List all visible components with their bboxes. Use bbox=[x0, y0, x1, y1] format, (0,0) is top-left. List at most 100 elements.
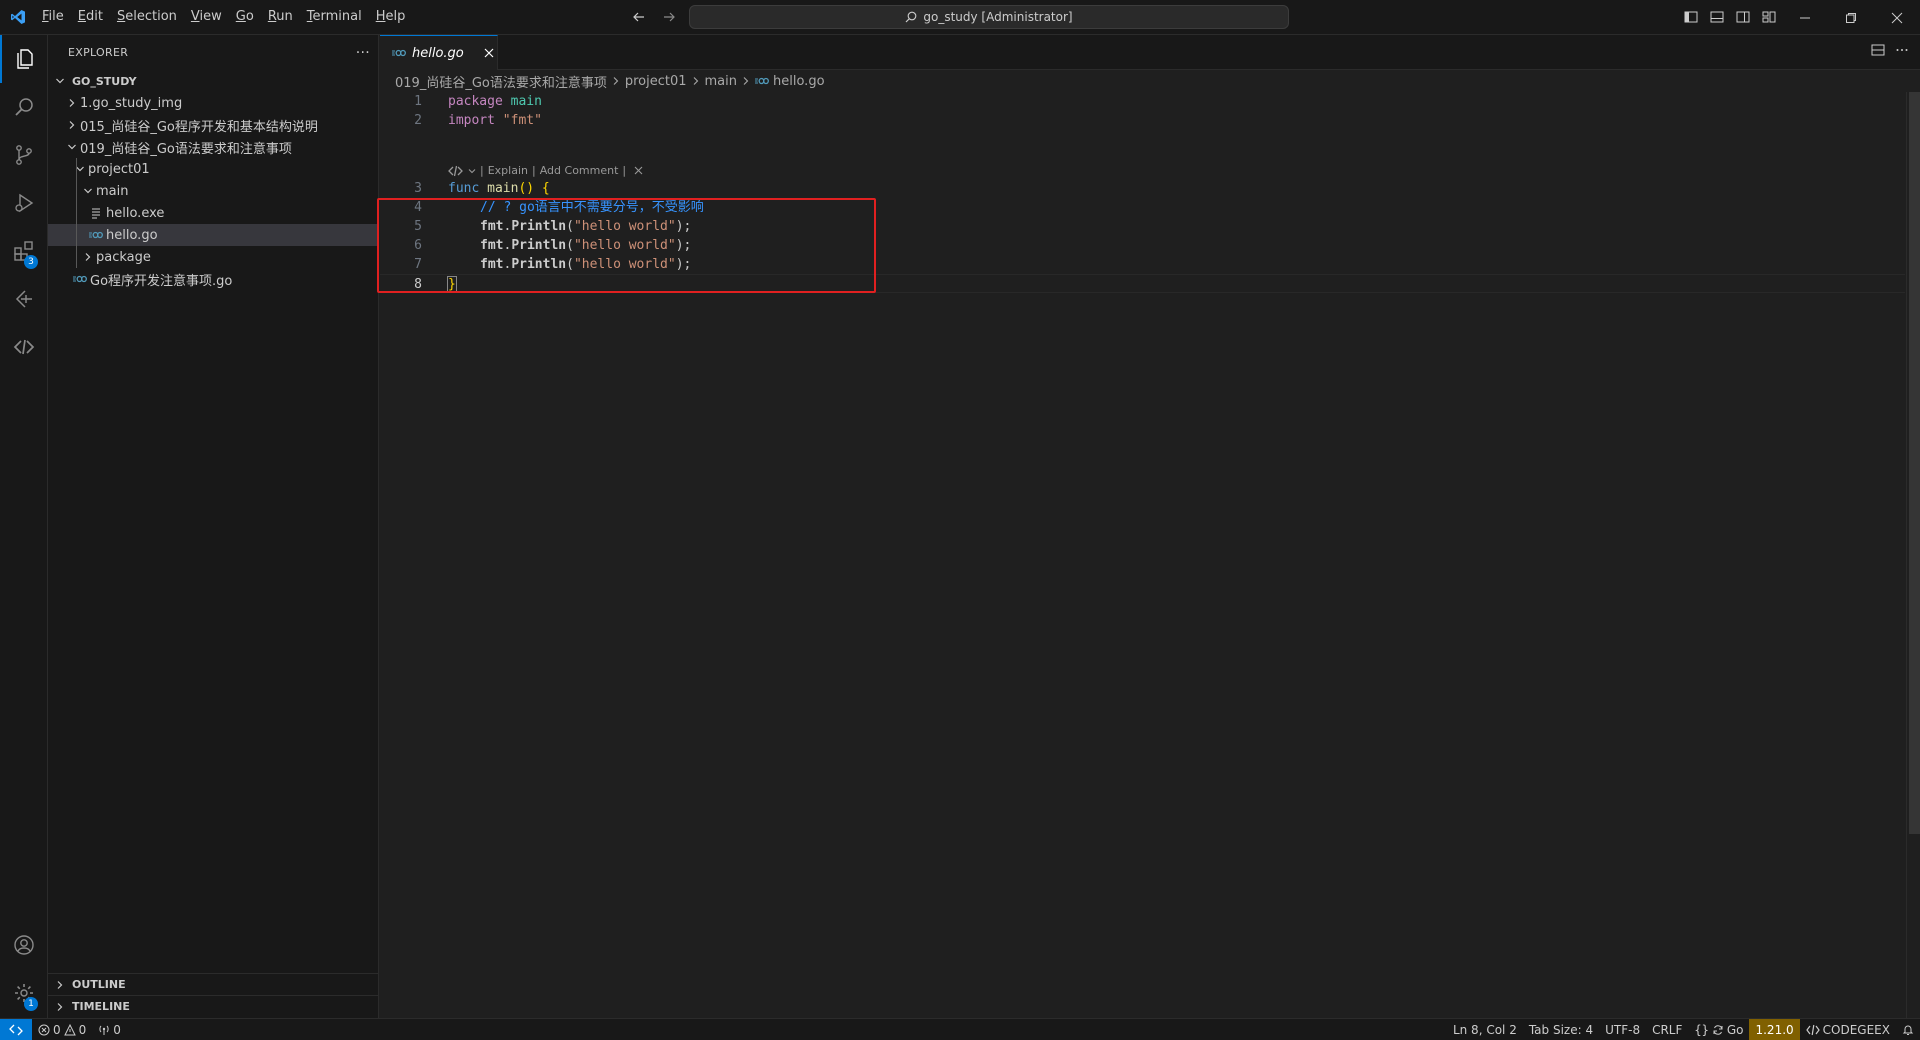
tree-item-main[interactable]: main bbox=[48, 180, 378, 202]
menu-terminal[interactable]: Terminal bbox=[300, 5, 369, 29]
tab-bar: hello.go bbox=[380, 35, 1920, 70]
split-editor-icon[interactable] bbox=[1870, 42, 1886, 58]
tree-item-label: main bbox=[96, 183, 129, 199]
source-control-icon[interactable] bbox=[0, 131, 48, 179]
chevron-down-icon bbox=[72, 161, 88, 177]
close-codelens-icon[interactable] bbox=[634, 166, 643, 175]
customize-layout-icon[interactable] bbox=[1758, 6, 1780, 28]
explorer-sidebar: EXPLORER ··· GO_STUDY 1.go_study_img 015… bbox=[48, 35, 379, 1018]
explorer-icon[interactable] bbox=[0, 35, 48, 83]
code-line: 1 package main bbox=[380, 92, 1905, 111]
more-actions-icon[interactable] bbox=[1894, 42, 1910, 58]
close-window-icon[interactable] bbox=[1874, 0, 1920, 35]
command-center[interactable]: go_study [Administrator] bbox=[689, 5, 1289, 29]
go-file-icon bbox=[755, 76, 769, 86]
codegeex-icon[interactable] bbox=[0, 323, 48, 371]
settings-badge: 1 bbox=[24, 997, 38, 1011]
breadcrumb-item[interactable]: main bbox=[705, 74, 737, 89]
tree-item-label: hello.go bbox=[106, 227, 158, 243]
menu-selection[interactable]: Selection bbox=[110, 5, 184, 29]
close-tab-icon[interactable] bbox=[484, 48, 494, 58]
ports-indicator[interactable]: 0 bbox=[92, 1019, 127, 1040]
breadcrumb: 019_尚硅谷_Go语法要求和注意事项 project01 main hello… bbox=[395, 70, 825, 92]
minimize-icon[interactable] bbox=[1782, 0, 1828, 35]
language-mode[interactable]: {} Go bbox=[1688, 1019, 1749, 1040]
tree-item-hello-exe[interactable]: hello.exe bbox=[48, 202, 378, 224]
code-editor[interactable]: 1 package main 2 import "fmt" | Explain … bbox=[377, 92, 1905, 1018]
search-icon[interactable] bbox=[0, 83, 48, 131]
toggle-secondary-sidebar-icon[interactable] bbox=[1732, 6, 1754, 28]
restore-icon[interactable] bbox=[1828, 0, 1874, 35]
menu-go[interactable]: Go bbox=[229, 5, 261, 29]
error-count: 0 bbox=[53, 1022, 61, 1037]
cursor-position[interactable]: Ln 8, Col 2 bbox=[1447, 1019, 1523, 1040]
end-of-line[interactable]: CRLF bbox=[1646, 1019, 1688, 1040]
timeline-section[interactable]: TIMELINE bbox=[48, 995, 379, 1017]
breadcrumb-item[interactable]: project01 bbox=[625, 74, 687, 89]
menu-help[interactable]: Help bbox=[369, 5, 413, 29]
tree-item-hello-go[interactable]: hello.go bbox=[48, 224, 378, 246]
explain-link[interactable]: Explain bbox=[488, 164, 528, 177]
settings-gear-icon[interactable]: 1 bbox=[0, 969, 48, 1017]
tree-item-015-folder[interactable]: 015_尚硅谷_Go程序开发和基本结构说明 bbox=[48, 114, 378, 136]
remote-explorer-icon[interactable] bbox=[0, 275, 48, 323]
editor-scrollbar[interactable] bbox=[1906, 92, 1920, 1018]
codegeex-icon bbox=[1805, 1024, 1820, 1036]
menu-edit[interactable]: Edit bbox=[71, 5, 110, 29]
tab-size[interactable]: Tab Size: 4 bbox=[1523, 1019, 1599, 1040]
tree-item-label: project01 bbox=[88, 161, 150, 177]
string-literal: "fmt" bbox=[502, 113, 542, 128]
code-line: 3 func main() { bbox=[380, 179, 1905, 198]
sidebar-header: EXPLORER ··· bbox=[48, 35, 378, 70]
accounts-icon[interactable] bbox=[0, 921, 48, 969]
annotation-highlight-box bbox=[377, 198, 876, 293]
codegeex-status[interactable]: CODEGEEX bbox=[1800, 1019, 1896, 1040]
tree-item-project01[interactable]: project01 bbox=[48, 158, 378, 180]
codelens-separator: | bbox=[532, 164, 536, 177]
scrollbar-thumb[interactable] bbox=[1909, 92, 1920, 834]
chevron-right-icon bbox=[741, 76, 751, 86]
keyword: import bbox=[448, 113, 495, 128]
back-arrow-icon[interactable] bbox=[628, 6, 650, 28]
menu-run[interactable]: Run bbox=[261, 5, 300, 29]
menu-bar: File Edit Selection View Go Run Terminal… bbox=[35, 0, 412, 35]
tree-item-019-folder[interactable]: 019_尚硅谷_Go语法要求和注意事项 bbox=[48, 136, 378, 158]
add-comment-link[interactable]: Add Comment bbox=[540, 164, 619, 177]
package-name: main bbox=[510, 94, 542, 109]
encoding[interactable]: UTF-8 bbox=[1599, 1019, 1646, 1040]
file-tree: 1.go_study_img 015_尚硅谷_Go程序开发和基本结构说明 019… bbox=[48, 92, 378, 290]
warning-icon bbox=[63, 1023, 76, 1036]
forward-arrow-icon[interactable] bbox=[658, 6, 680, 28]
tree-item-package[interactable]: package bbox=[48, 246, 378, 268]
sidebar-title: EXPLORER bbox=[68, 46, 129, 59]
extensions-icon[interactable]: 3 bbox=[0, 227, 48, 275]
warning-count: 0 bbox=[78, 1022, 87, 1037]
outline-section[interactable]: OUTLINE bbox=[48, 973, 379, 995]
keyword: func bbox=[448, 181, 480, 196]
status-bar: 0 0 0 Ln 8, Col 2 Tab Size: 4 UTF-8 CRLF… bbox=[0, 1018, 1920, 1040]
workspace-folder-header[interactable]: GO_STUDY bbox=[48, 70, 378, 92]
chevron-right-icon bbox=[691, 76, 701, 86]
tree-item-go-notes-file[interactable]: Go程序开发注意事项.go bbox=[48, 268, 378, 290]
tab-hello-go[interactable]: hello.go bbox=[380, 35, 498, 70]
more-actions-icon[interactable]: ··· bbox=[356, 45, 370, 61]
chevron-right-icon bbox=[52, 977, 68, 993]
breadcrumb-item[interactable]: hello.go bbox=[773, 74, 825, 89]
notifications-bell-icon[interactable] bbox=[1896, 1019, 1920, 1040]
workspace-folder-name: GO_STUDY bbox=[72, 74, 137, 88]
go-version-badge[interactable]: 1.21.0 bbox=[1749, 1019, 1800, 1040]
toggle-panel-icon[interactable] bbox=[1706, 6, 1728, 28]
chevron-right-icon bbox=[611, 76, 621, 86]
remote-indicator-icon[interactable] bbox=[0, 1018, 32, 1040]
codegeex-icon bbox=[448, 165, 464, 177]
run-debug-icon[interactable] bbox=[0, 179, 48, 227]
menu-view[interactable]: View bbox=[184, 5, 229, 29]
toggle-primary-sidebar-icon[interactable] bbox=[1680, 6, 1702, 28]
menu-file[interactable]: File bbox=[35, 5, 71, 29]
function-name: main bbox=[487, 181, 519, 196]
editor-actions bbox=[1870, 42, 1910, 58]
tree-item-go-study-img[interactable]: 1.go_study_img bbox=[48, 92, 378, 114]
breadcrumb-item[interactable]: 019_尚硅谷_Go语法要求和注意事项 bbox=[395, 72, 607, 91]
vscode-logo-icon bbox=[0, 0, 35, 35]
problems-indicator[interactable]: 0 0 bbox=[32, 1019, 92, 1040]
